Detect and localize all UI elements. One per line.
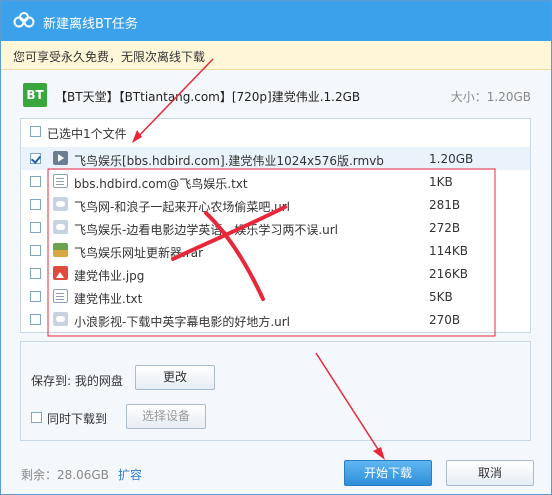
file-name: bbs.hdbird.com@飞鸟娱乐.txt	[74, 177, 248, 191]
file-row[interactable]: 飞鸟娱乐网址更新器.rar 114KB	[21, 239, 530, 262]
file-size: 1.20GB	[429, 152, 474, 166]
file-checkbox[interactable]	[30, 268, 41, 279]
file-row[interactable]: 飞鸟网-和浪子一起来开心农场偷菜吧.url 281B	[21, 193, 530, 216]
sync-download-label: 同时下载到	[47, 412, 108, 426]
file-checkbox[interactable]	[30, 222, 41, 233]
file-row[interactable]: 建党伟业.txt 5KB	[21, 285, 530, 308]
window-title: 新建离线BT任务	[43, 17, 138, 32]
file-list: 已选中1个文件 飞鸟娱乐[bbs.hdbird.com].建党伟业1024x57…	[20, 118, 531, 333]
title-bar[interactable]: 新建离线BT任务	[1, 1, 551, 41]
file-checkbox[interactable]	[30, 314, 41, 325]
file-row[interactable]: 小浪影视-下载中英字幕电影的好地方.url 270B	[21, 308, 530, 331]
save-panel: 保存到: 我的网盘 更改 同时下载到 选择设备	[20, 341, 531, 441]
file-checkbox[interactable]	[30, 245, 41, 256]
remaining-space: 剩余：28.06GB	[21, 468, 109, 482]
url-icon	[53, 197, 68, 211]
file-row[interactable]: 飞鸟娱乐[bbs.hdbird.com].建党伟业1024x576版.rmvb …	[21, 147, 530, 170]
video-icon	[53, 151, 68, 165]
file-size: 270B	[429, 313, 461, 327]
torrent-size: 大小：1.20GB	[450, 90, 531, 104]
save-location-label: 保存到: 我的网盘	[31, 374, 123, 388]
file-size: 216KB	[429, 267, 469, 281]
file-row[interactable]: bbs.hdbird.com@飞鸟娱乐.txt 1KB	[21, 170, 530, 193]
sync-download-checkbox[interactable]	[31, 412, 42, 423]
file-name: 飞鸟网-和浪子一起来开心农场偷菜吧.url	[74, 200, 291, 214]
expand-link[interactable]: 扩容	[118, 466, 142, 483]
file-checkbox[interactable]	[30, 199, 41, 210]
file-list-header: 已选中1个文件	[21, 119, 530, 143]
file-name: 飞鸟娱乐网址更新器.rar	[74, 246, 204, 260]
archive-icon	[53, 243, 68, 257]
url-icon	[53, 220, 68, 234]
image-file-icon	[53, 266, 68, 280]
file-name: 建党伟业.txt	[74, 292, 143, 306]
cancel-button[interactable]: 取消	[446, 460, 534, 486]
file-checkbox[interactable]	[30, 291, 41, 302]
select-all-checkbox[interactable]	[30, 126, 41, 137]
text-file-icon	[53, 174, 68, 188]
file-name: 小浪影视-下载中英字幕电影的好地方.url	[74, 315, 291, 329]
file-row[interactable]: 飞鸟娱乐-边看电影边学英语，娱乐学习两不误.url 272B	[21, 216, 530, 239]
file-size: 1KB	[429, 175, 453, 189]
notice-text: 您可享受永久免费，无限次离线下载	[13, 50, 206, 64]
file-size: 281B	[429, 198, 461, 212]
file-checkbox[interactable]	[30, 153, 41, 164]
torrent-name: 【BT天堂】【BTtiantang.com】[720p]建党伟业.1.2GB	[55, 90, 361, 104]
change-location-button[interactable]: 更改	[135, 365, 215, 390]
bt-file-icon: BT	[23, 83, 47, 107]
annotation-arrowhead	[373, 447, 385, 460]
notice-bar: 您可享受永久免费，无限次离线下载	[1, 41, 551, 70]
file-name: 飞鸟娱乐[bbs.hdbird.com].建党伟业1024x576版.rmvb	[74, 154, 384, 168]
app-logo-icon	[13, 12, 35, 28]
file-name: 建党伟业.jpg	[74, 269, 145, 283]
start-download-button[interactable]: 开始下载	[344, 460, 432, 486]
text-file-icon	[53, 289, 68, 303]
file-size: 114KB	[429, 244, 469, 258]
file-name: 飞鸟娱乐-边看电影边学英语，娱乐学习两不误.url	[74, 223, 339, 237]
dialog-window: 新建离线BT任务 您可享受永久免费，无限次离线下载 BT 【BT天堂】【BTti…	[0, 0, 552, 495]
select-device-button[interactable]: 选择设备	[126, 404, 206, 429]
file-checkbox[interactable]	[30, 176, 41, 187]
url-icon	[53, 312, 68, 326]
file-size: 272B	[429, 221, 461, 235]
file-row[interactable]: 建党伟业.jpg 216KB	[21, 262, 530, 285]
selected-count-label: 已选中1个文件	[47, 127, 127, 141]
file-size: 5KB	[429, 290, 453, 304]
